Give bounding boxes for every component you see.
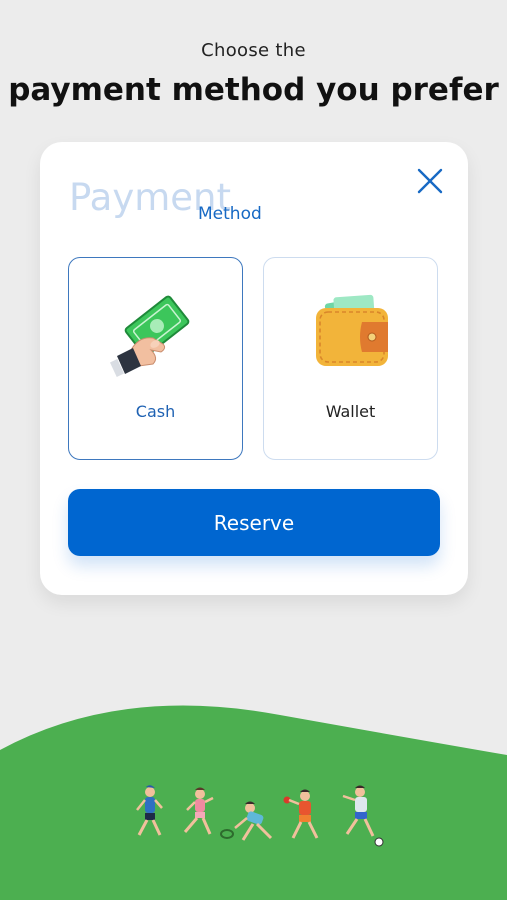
close-icon[interactable] [417, 168, 443, 194]
wallet-icon [264, 286, 437, 386]
payment-option-wallet[interactable]: Wallet [263, 257, 438, 460]
reserve-button[interactable]: Reserve [68, 489, 440, 556]
athletes-illustration [136, 785, 384, 847]
heading-subtitle: Choose the [201, 40, 306, 61]
boxer-figure [283, 789, 319, 839]
payment-option-cash[interactable]: Cash [68, 257, 243, 460]
dialog-title: Method [198, 204, 262, 224]
payment-method-dialog: Payment Method Cash Wallet Reserve [40, 142, 468, 595]
runner-figure [136, 785, 163, 836]
soccer-player-figure [342, 785, 384, 847]
heading-title: payment method you prefer [8, 72, 499, 108]
cash-hand-icon [69, 286, 242, 386]
runner-figure [183, 787, 214, 835]
tennis-player-figure [220, 801, 273, 841]
wallet-label: Wallet [325, 402, 376, 421]
cash-label: Cash [135, 402, 176, 421]
